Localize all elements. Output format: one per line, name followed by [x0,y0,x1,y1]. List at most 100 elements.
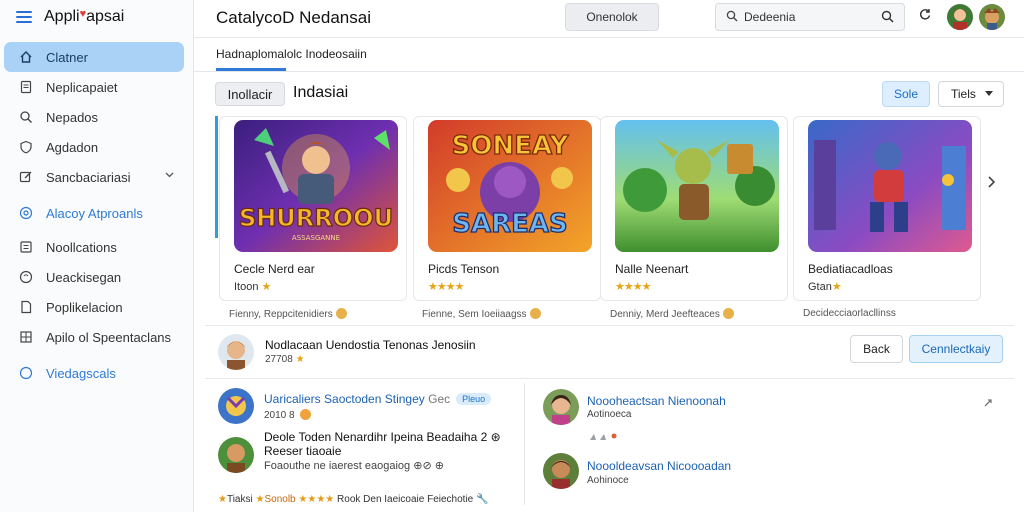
filter-chip[interactable]: Inollacir [215,82,285,106]
back-button[interactable]: Back [850,335,903,363]
document-icon [18,79,34,95]
search-submit-icon[interactable] [881,10,894,26]
sidebar-item-label: Sancbaciariasi [46,169,131,185]
game-name: Cecle Nerd ear [234,262,315,276]
divider [205,325,1014,326]
list-icon [18,239,34,255]
artwork-title: SHURROOU [239,204,393,232]
comment-avatar [543,389,579,425]
game-rating: ★★★★ [428,280,464,293]
edit-icon [18,169,34,185]
star-icon: ★ [261,281,272,293]
sidebar-item-apilo-ol-speentaclans[interactable]: Apilo ol Speentaclans [4,322,184,352]
artwork-subtitle: ASSASGANNE [292,234,340,242]
comment-title[interactable]: Noooheactsan Nienoonah [587,394,726,408]
game-card[interactable]: SONEAY SAREAS Picds Tenson ★★★★ [413,116,601,301]
refresh-icon[interactable] [918,7,932,24]
app-name: Appli♥apsai [44,8,125,25]
top-header: CatalycoD Nedansai Onenolok Dedeenia [194,0,1024,38]
active-tab-indicator [216,68,286,71]
sole-button[interactable]: Sole [882,81,930,107]
coin-icon [300,409,312,420]
header-button[interactable]: Onenolok [565,3,659,31]
sidebar-item-nepados[interactable]: Nepados [4,102,184,132]
sidebar-item-label: Viedagscals [46,365,116,381]
sidebar-item-noollcations[interactable]: Noollcations [4,232,184,262]
game-artwork [615,120,779,252]
tab-bar: Hadnaplomalolc Inodeosaiin [194,38,1024,72]
circle-icon [18,365,34,381]
chevron-right-icon[interactable] [987,175,996,194]
sidebar-item-agdadon[interactable]: Agdadon [4,132,184,162]
card-meta: Fienne, Sem Ioeiiaagss [422,308,541,320]
grid-icon [18,329,34,345]
artwork-subtitle: SAREAS [452,209,567,239]
section-title: Indasiai [293,84,349,101]
sidebar-item-sancbaciariasi[interactable]: Sancbaciariasi [4,162,184,192]
game-rating: Gtan★ [808,281,842,293]
star-icon: ★ [295,354,305,365]
sort-label: Tiels [951,87,976,101]
home-icon [18,49,34,65]
chevron-down-icon[interactable] [165,170,174,181]
secondary-avatar[interactable] [979,4,1005,30]
featured-subtitle: 27708 ★ [265,354,305,365]
game-artwork: SHURROOU ASSASGANNE [234,120,398,252]
brand: Appli♥apsai [0,0,193,34]
game-name: Nalle Neenart [615,262,689,276]
coin-icon [335,308,347,319]
comment-avatar [543,453,579,489]
at-icon [18,205,34,221]
connect-button[interactable]: Cennlectkaiy [909,335,1003,363]
game-artwork: SONEAY SAREAS [428,120,592,252]
comment-title-line2: Reeser tiaoaie [264,444,342,458]
pin-icon[interactable] [983,398,993,411]
comment-title: Uaricaliers Saoctoden Stingey Gec Pleuo [264,392,492,406]
rating-footer: ★Tiaksi ★Sonolb ★★★★ Rook Den Iaeicoaie … [218,494,489,505]
page-title: CatalycoD Nedansai [216,8,371,27]
star-icon: ★★★★ [298,494,335,505]
sidebar-nav: Clatner Neplicapaiet Nepados Agdadon San… [0,34,193,388]
game-card[interactable]: SHURROOU ASSASGANNE Cecle Nerd ear Itoon… [219,116,407,301]
sidebar-item-neplicapaiet[interactable]: Neplicapaiet [4,72,184,102]
sidebar-item-label: Clatner [46,49,88,65]
star-icon: ★★★★ [615,281,651,293]
comment-avatar [218,388,254,424]
sidebar-item-ueackisegan[interactable]: Ueackisegan [4,262,184,292]
coin-icon [529,308,541,319]
comment-title[interactable]: Noooldeavsan Nicoooadan [587,459,731,473]
sidebar-item-viedagscals[interactable]: Viedagscals [4,358,184,388]
menu-icon[interactable] [16,11,32,23]
sidebar-item-clatner[interactable]: Clatner [4,42,184,72]
user-avatar[interactable] [947,4,973,30]
tab-main[interactable]: Hadnaplomalolc Inodeosaiin [216,47,367,61]
search-value: Dedeenia [744,10,796,24]
sidebar-item-label: Alacoy Atproanls [46,205,143,221]
sort-dropdown[interactable]: Tiels [938,81,1004,107]
game-card[interactable]: Bediatiacadloas Gtan★ [793,116,981,301]
star-icon: ★★★★ [428,281,464,293]
featured-avatar [218,334,254,370]
game-artwork [808,120,972,252]
status-badge: Pleuo [456,393,492,405]
featured-title: Nodlacaan Uendostia Tenonas Jenosiin [265,338,476,352]
column-divider [524,383,525,505]
divider [205,378,1014,379]
comment-avatar [218,437,254,473]
game-card[interactable]: Nalle Neenart ★★★★ [600,116,788,301]
game-name: Picds Tenson [428,262,500,276]
file-icon [18,299,34,315]
sidebar-item-label: Neplicapaiet [46,79,118,95]
card-meta: Decidecciaorlacllinss [803,308,896,319]
sidebar-item-label: Ueackisegan [46,269,122,285]
sidebar-item-poplikelacion[interactable]: Poplikelacion [4,292,184,322]
help-icon [18,269,34,285]
search-input[interactable]: Dedeenia [715,3,905,31]
sidebar-item-alacoy-atproanls[interactable]: Alacoy Atproanls [4,198,184,228]
artwork-title: SONEAY [452,131,570,161]
sidebar-item-label: Apilo ol Speentaclans [46,329,172,345]
shield-icon [18,139,34,155]
search-icon [18,109,34,125]
comment-title: Deole Toden Nenardihr Ipeina Beadaiha 2 … [264,430,501,444]
sidebar-item-label: Nepados [46,109,99,125]
